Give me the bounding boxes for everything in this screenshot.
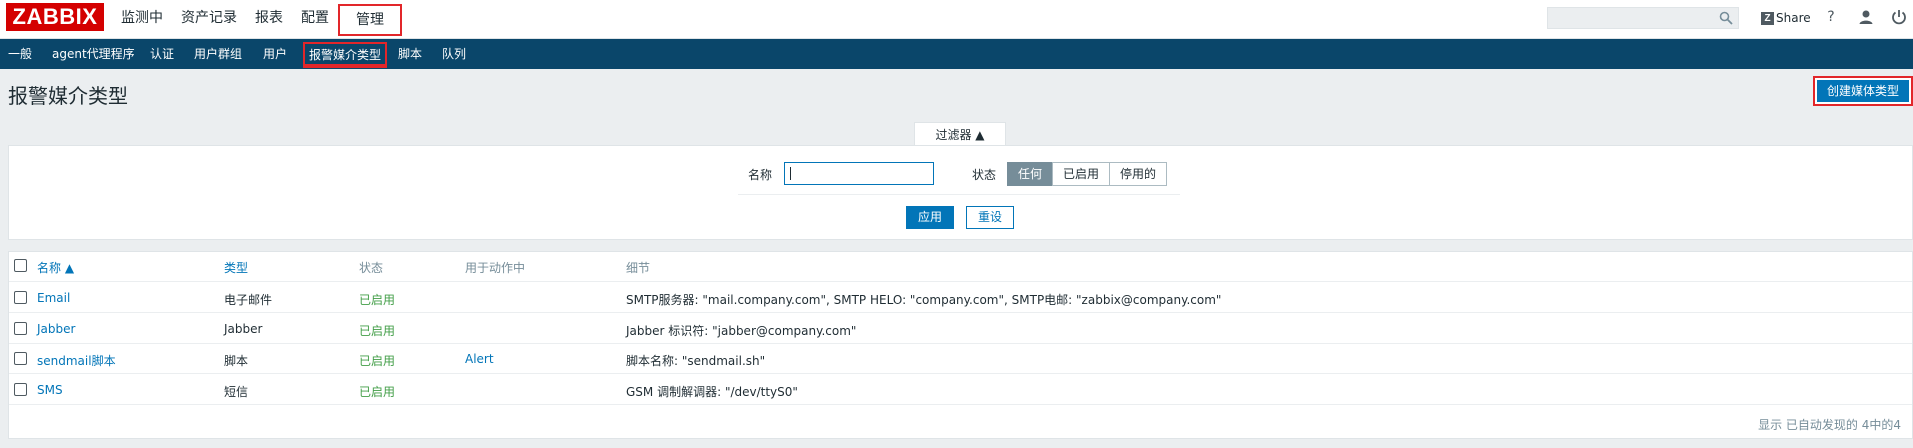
row-checkbox[interactable] (14, 352, 27, 365)
subnav-scripts[interactable]: 脚本 (398, 39, 422, 69)
media-type-type: Jabber (224, 322, 263, 336)
media-type-details: SMTP服务器: "mail.company.com", SMTP HELO: … (626, 293, 1222, 307)
create-media-type-label: 创建媒体类型 (1817, 80, 1909, 102)
media-type-name-link[interactable]: Email (37, 291, 70, 305)
media-type-name-link[interactable]: sendmail脚本 (37, 352, 116, 369)
row-checkbox[interactable] (14, 322, 27, 335)
apply-button[interactable]: 应用 (906, 206, 954, 229)
filter-name-input[interactable] (784, 162, 934, 185)
select-all-checkbox[interactable] (14, 259, 27, 272)
main-menu: 监测中 资产记录 报表 配置 管理 (112, 0, 402, 39)
filter-panel (8, 145, 1913, 240)
zabbix-logo[interactable]: ZABBIX (6, 3, 104, 31)
subnav-queue[interactable]: 队列 (442, 39, 466, 69)
media-type-status[interactable]: 已启用 (359, 352, 395, 369)
reset-button[interactable]: 重设 (966, 206, 1014, 229)
column-header-name[interactable]: 名称 ▲ (37, 259, 74, 276)
column-header-used-in-actions: 用于动作中 (465, 261, 526, 275)
media-type-details: GSM 调制解调器: "/dev/ttyS0" (626, 385, 798, 399)
search-icon[interactable] (1719, 11, 1733, 25)
create-media-type-button[interactable]: 创建媒体类型 (1813, 76, 1913, 106)
share-label: Share (1776, 11, 1811, 25)
subnav-authentication[interactable]: 认证 (150, 39, 174, 69)
media-type-status[interactable]: 已启用 (359, 291, 395, 308)
row-checkbox[interactable] (14, 291, 27, 304)
media-type-status[interactable]: 已启用 (359, 322, 395, 339)
media-type-type: 电子邮件 (224, 293, 273, 307)
media-type-details: Jabber 标识符: "jabber@company.com" (626, 324, 857, 338)
media-type-type: 脚本 (224, 354, 249, 368)
row-divider (9, 373, 1912, 374)
menu-monitoring[interactable]: 监测中 (112, 0, 172, 39)
media-type-status[interactable]: 已启用 (359, 383, 395, 400)
table-footer-count: 显示 已自动发现的 4中的4 (1758, 418, 1901, 432)
filter-tab[interactable]: 过滤器 ▲ (914, 122, 1006, 146)
media-type-type: 短信 (224, 385, 249, 399)
media-type-used-in[interactable]: Alert (465, 352, 494, 366)
row-divider (9, 404, 1912, 405)
share-button[interactable]: Z Share (1761, 9, 1811, 27)
top-nav: ZABBIX 监测中 资产记录 报表 配置 管理 Z Share ? (0, 0, 1913, 39)
menu-reports[interactable]: 报表 (246, 0, 292, 39)
filter-name-label: 名称 (748, 168, 773, 182)
help-icon[interactable]: ? (1822, 8, 1840, 26)
search-input[interactable] (1547, 7, 1739, 29)
row-divider (9, 343, 1912, 344)
media-type-name-link[interactable]: SMS (37, 383, 63, 397)
column-header-status: 状态 (359, 261, 384, 275)
filter-divider (738, 194, 1180, 195)
filter-status-label: 状态 (972, 168, 997, 182)
subnav-user-groups[interactable]: 用户群组 (194, 39, 242, 69)
sign-out-icon[interactable] (1890, 8, 1908, 26)
status-option-enabled[interactable]: 已启用 (1052, 162, 1111, 186)
media-type-details: 脚本名称: "sendmail.sh" (626, 354, 766, 368)
header-divider (9, 281, 1912, 282)
text-caret (790, 167, 791, 180)
user-profile-icon[interactable] (1857, 8, 1875, 26)
page-title: 报警媒介类型 (8, 84, 128, 108)
sub-nav: 一般 agent代理程序 认证 用户群组 用户 报警媒介类型 脚本 队列 (0, 39, 1913, 69)
status-option-any[interactable]: 任何 (1007, 162, 1054, 186)
subnav-users[interactable]: 用户 (263, 39, 287, 69)
media-type-name-link[interactable]: Jabber (37, 322, 75, 336)
menu-configuration[interactable]: 配置 (292, 0, 338, 39)
subnav-general[interactable]: 一般 (8, 39, 32, 69)
menu-inventory[interactable]: 资产记录 (172, 0, 246, 39)
filter-status-radio-group: 任何 已启用 停用的 (1007, 162, 1168, 186)
subnav-media-types[interactable]: 报警媒介类型 (303, 42, 388, 68)
column-header-details: 细节 (626, 261, 651, 275)
subnav-proxies[interactable]: agent代理程序 (52, 39, 135, 69)
zabbix-share-icon: Z (1761, 11, 1774, 25)
status-option-disabled[interactable]: 停用的 (1109, 162, 1168, 186)
row-divider (9, 312, 1912, 313)
media-types-table (8, 251, 1913, 439)
row-checkbox[interactable] (14, 383, 27, 396)
column-header-type[interactable]: 类型 (224, 259, 248, 276)
menu-administration[interactable]: 管理 (338, 4, 402, 36)
